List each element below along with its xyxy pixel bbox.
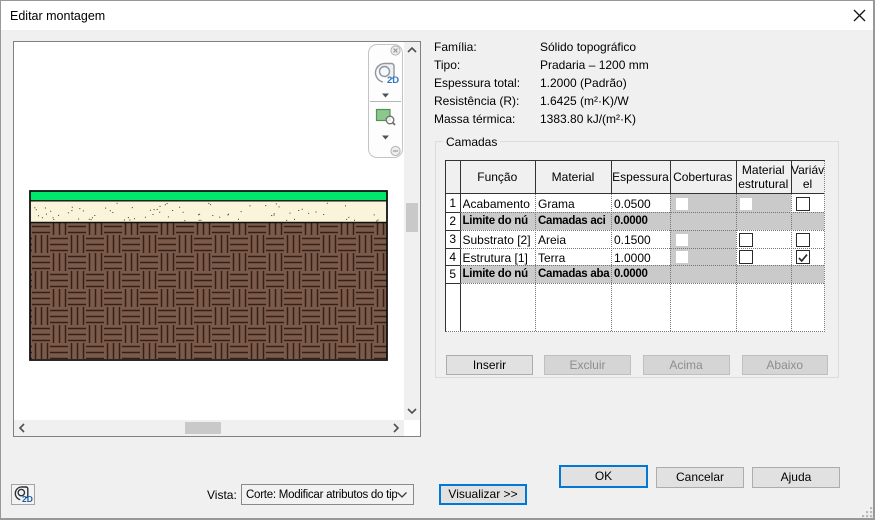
svg-text:2D: 2D	[387, 75, 399, 86]
svg-text:2D: 2D	[22, 494, 33, 504]
